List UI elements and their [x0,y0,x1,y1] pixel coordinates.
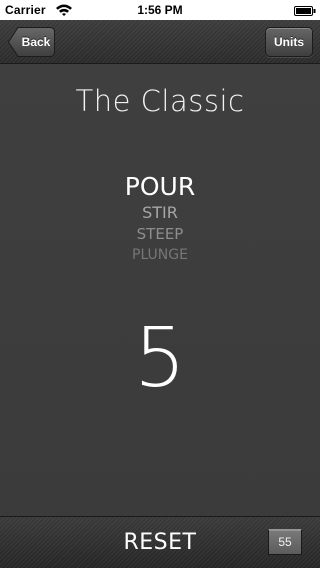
brew-steps-list: POUR STIR STEEP PLUNGE [0,172,320,265]
step-plunge: PLUNGE [132,247,188,263]
status-bar: Carrier 1:56 PM [0,0,320,20]
app-screen: Carrier 1:56 PM Back Units The Classic P… [0,0,320,568]
recipe-title: The Classic [75,84,245,118]
total-time-badge[interactable]: 55 [268,529,302,555]
step-steep: STEEP [136,225,184,243]
brew-timer-panel: The Classic POUR STIR STEEP PLUNGE 5 [0,64,320,516]
countdown-number: 5 [133,311,187,406]
back-button[interactable]: Back [8,27,55,57]
navigation-bar: Back Units [0,20,320,64]
units-button[interactable]: Units [265,27,313,57]
status-time: 1:56 PM [137,3,183,17]
step-stir: STIR [142,203,178,222]
reset-button[interactable]: RESET [100,525,220,561]
bottom-toolbar: RESET 55 [0,516,320,568]
step-pour: POUR [124,172,196,201]
battery-icon [294,5,316,16]
back-button-label: Back [21,35,51,49]
